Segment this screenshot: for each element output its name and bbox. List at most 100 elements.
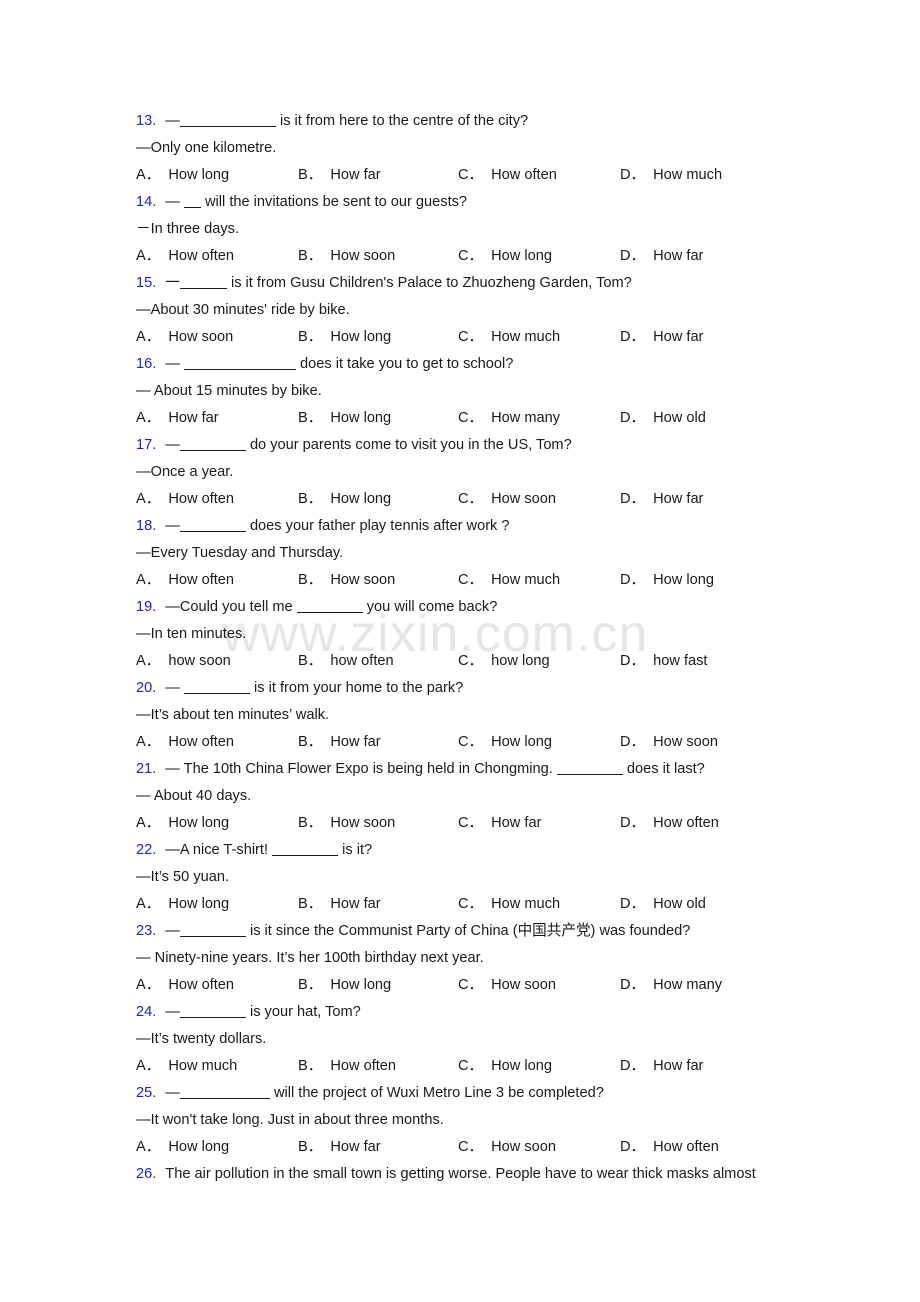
option-choice[interactable]: A． How often	[136, 729, 234, 756]
option-text: How far	[653, 329, 704, 345]
option-choice[interactable]: D． how fast	[620, 648, 708, 675]
option-text: How much	[491, 329, 561, 345]
question-stem-before: —	[165, 518, 180, 534]
option-label: A．	[136, 329, 161, 345]
option-choice[interactable]: A． How often	[136, 972, 234, 999]
option-choice[interactable]: D． How far	[620, 1053, 703, 1080]
option-choice[interactable]: C． How soon	[458, 486, 556, 513]
answer-blank	[183, 680, 250, 695]
option-choice[interactable]: C． How long	[458, 729, 552, 756]
question-stem-after: do your parents come to visit you in the…	[245, 437, 572, 453]
question-reply: —Every Tuesday and Thursday.	[136, 545, 344, 561]
question-number: 18.	[136, 518, 157, 534]
option-choice[interactable]: A． How long	[136, 891, 229, 918]
option-choice[interactable]: A． How far	[136, 405, 219, 432]
option-choice[interactable]: C． how long	[458, 648, 550, 675]
option-choice[interactable]: A． How long	[136, 810, 229, 837]
option-label: B．	[298, 329, 323, 345]
option-choice[interactable]: D． How old	[620, 891, 706, 918]
option-choice[interactable]: D． How soon	[620, 729, 718, 756]
option-choice[interactable]: C． How soon	[458, 1134, 556, 1161]
option-choice[interactable]: C． How many	[458, 405, 560, 432]
option-choice[interactable]: D． How long	[620, 567, 714, 594]
answer-blank	[183, 356, 296, 371]
question-number: 22.	[136, 842, 157, 858]
option-choice[interactable]: B． how often	[298, 648, 394, 675]
option-choice[interactable]: C． How soon	[458, 972, 556, 999]
option-choice[interactable]: C． How far	[458, 810, 541, 837]
option-choice[interactable]: C． How long	[458, 1053, 552, 1080]
question-reply: —Only one kilometre.	[136, 140, 277, 156]
option-choice[interactable]: D． How far	[620, 243, 703, 270]
option-text: How soon	[491, 977, 557, 993]
trailing-question-text: The air pollution in the small town is g…	[165, 1166, 756, 1182]
option-choice[interactable]: C． How long	[458, 243, 552, 270]
question-stem-before: —	[165, 194, 184, 210]
question-block: 14. — will the invitations be sent to our…	[136, 189, 836, 270]
option-text: How soon	[330, 572, 396, 588]
option-label: C．	[458, 977, 484, 993]
question-reply: —It’s twenty dollars.	[136, 1031, 267, 1047]
option-choice[interactable]: D． How far	[620, 486, 703, 513]
option-text: How much	[491, 896, 561, 912]
question-stem-after: is your hat, Tom?	[245, 1004, 361, 1020]
option-choice[interactable]: A． How much	[136, 1053, 237, 1080]
option-choice[interactable]: D． How many	[620, 972, 722, 999]
question-stem: 22. —A nice T-shirt! is it?	[136, 837, 836, 864]
option-choice[interactable]: A． How often	[136, 243, 234, 270]
question-block: 21. — The 10th China Flower Expo is being…	[136, 756, 836, 837]
option-label: D．	[620, 815, 646, 831]
option-text: How long	[168, 815, 230, 831]
option-choice[interactable]: D． How much	[620, 162, 722, 189]
option-choice[interactable]: B． How far	[298, 729, 381, 756]
option-label: B．	[298, 1139, 323, 1155]
option-choice[interactable]: B． How long	[298, 972, 391, 999]
option-label: B．	[298, 1058, 323, 1074]
option-label: B．	[298, 248, 323, 264]
option-choice[interactable]: B． How far	[298, 891, 381, 918]
question-stem-before: —	[165, 113, 180, 129]
option-label: A．	[136, 1058, 161, 1074]
option-text: How often	[168, 734, 235, 750]
option-choice[interactable]: B． How often	[298, 1053, 396, 1080]
option-choice[interactable]: A． How long	[136, 162, 229, 189]
option-choice[interactable]: D． How often	[620, 810, 719, 837]
option-label: A．	[136, 248, 161, 264]
option-choice[interactable]: C． How often	[458, 162, 557, 189]
option-text: How far	[330, 167, 381, 183]
option-row: A． How long B． How soon C． How far D． How often	[136, 810, 836, 837]
option-choice[interactable]: A． How often	[136, 567, 234, 594]
question-stem: 21. — The 10th China Flower Expo is being…	[136, 756, 836, 783]
question-stem-after: will the invitations be sent to our gues…	[200, 194, 468, 210]
question-stem: 20. — is it from your home to the park?	[136, 675, 836, 702]
option-choice[interactable]: B． How far	[298, 162, 381, 189]
option-label: C．	[458, 329, 484, 345]
option-choice[interactable]: A． How long	[136, 1134, 229, 1161]
option-choice[interactable]: D． How often	[620, 1134, 719, 1161]
option-choice[interactable]: B． How long	[298, 324, 391, 351]
option-label: B．	[298, 572, 323, 588]
option-choice[interactable]: A． How often	[136, 486, 234, 513]
option-choice[interactable]: D． How far	[620, 324, 703, 351]
option-choice[interactable]: B． How long	[298, 486, 391, 513]
option-choice[interactable]: A． How soon	[136, 324, 233, 351]
option-choice[interactable]: A． how soon	[136, 648, 231, 675]
option-choice[interactable]: B． How soon	[298, 243, 395, 270]
option-label: D．	[620, 1139, 646, 1155]
question-stem: 16. — does it take you to get to school?	[136, 351, 836, 378]
option-label: C．	[458, 491, 484, 507]
option-choice[interactable]: D． How old	[620, 405, 706, 432]
option-text: how often	[330, 653, 394, 669]
option-choice[interactable]: C． How much	[458, 891, 560, 918]
option-choice[interactable]: C． How much	[458, 324, 560, 351]
option-label: A．	[136, 167, 161, 183]
option-text: How often	[653, 1139, 719, 1155]
option-choice[interactable]: B． How soon	[298, 567, 395, 594]
option-choice[interactable]: B． How far	[298, 1134, 381, 1161]
option-label: B．	[298, 815, 323, 831]
option-choice[interactable]: B． How long	[298, 405, 391, 432]
option-label: D．	[620, 977, 646, 993]
option-choice[interactable]: C． How much	[458, 567, 560, 594]
question-stem-before: —	[165, 356, 184, 372]
option-choice[interactable]: B． How soon	[298, 810, 395, 837]
